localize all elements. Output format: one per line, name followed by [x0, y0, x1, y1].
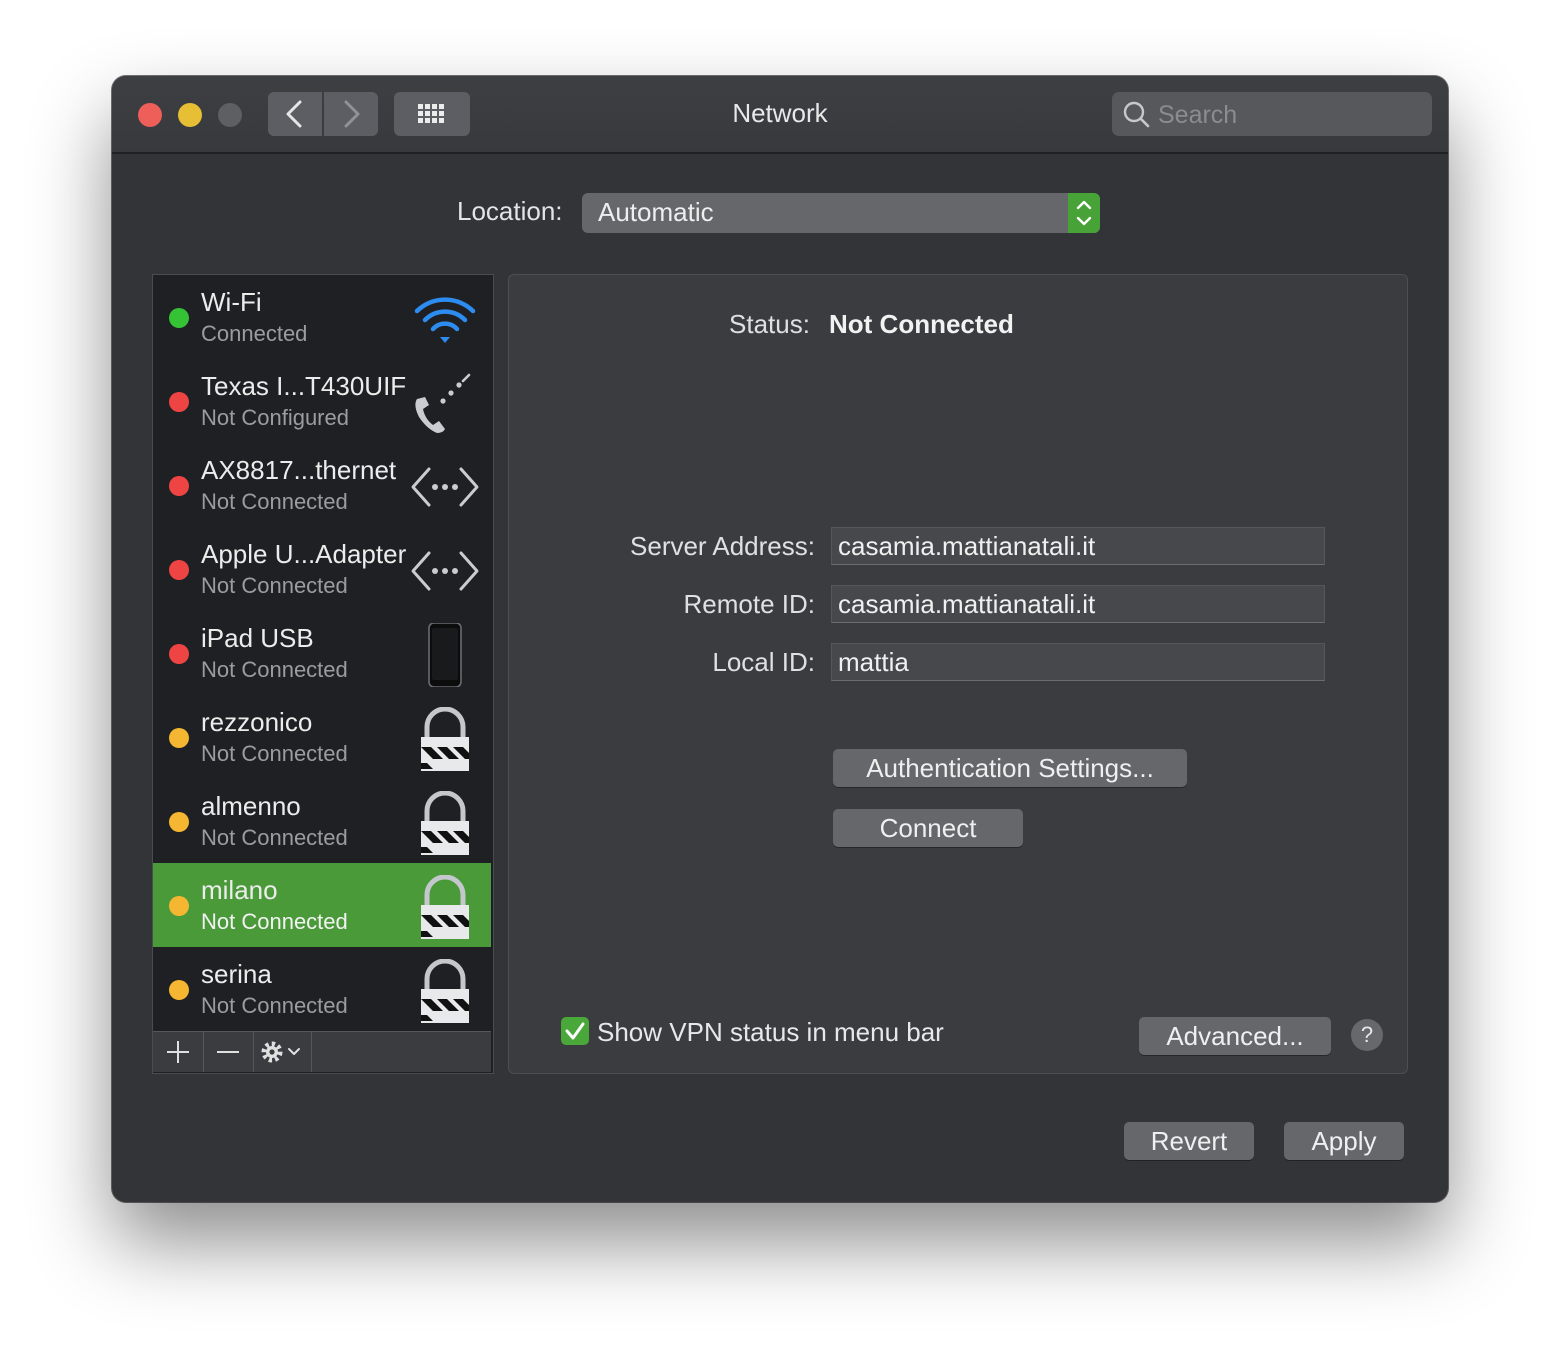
revert-button[interactable]: Revert — [1124, 1122, 1254, 1160]
service-item-ipad-usb[interactable]: iPad USB Not Connected — [153, 611, 491, 695]
service-status: Not Connected — [201, 909, 348, 934]
service-list: Wi-Fi Connected Texas I...T430UIF Not Co… — [152, 274, 494, 1074]
service-name: milano — [201, 875, 278, 905]
service-name: Texas I...T430UIF — [201, 371, 407, 401]
service-item-wifi[interactable]: Wi-Fi Connected — [153, 275, 491, 359]
status-dot — [169, 308, 189, 328]
vpn-lock-icon — [421, 791, 469, 855]
vpn-lock-icon — [421, 875, 469, 939]
authentication-settings-button[interactable]: Authentication Settings... — [833, 749, 1187, 787]
service-item-apple-usb-adapter[interactable]: Apple U...Adapter Not Connected — [153, 527, 491, 611]
service-status: Not Connected — [201, 741, 348, 766]
service-name: iPad USB — [201, 623, 314, 653]
checkmark-icon — [565, 1022, 585, 1040]
service-status: Connected — [201, 321, 308, 346]
service-name: almenno — [201, 791, 301, 821]
status-dot — [169, 560, 189, 580]
service-status: Not Connected — [201, 993, 348, 1018]
service-status: Not Connected — [201, 657, 348, 682]
status-dot — [169, 728, 189, 748]
service-item-rezzonico[interactable]: rezzonico Not Connected — [153, 695, 491, 779]
location-select[interactable]: Automatic — [582, 193, 1100, 233]
gear-icon — [261, 1041, 300, 1063]
apply-button[interactable]: Apply — [1284, 1122, 1404, 1160]
service-name: serina — [201, 959, 272, 989]
phone-modem-icon — [415, 373, 471, 433]
up-down-arrows-icon — [1076, 200, 1092, 226]
search-input[interactable] — [1156, 92, 1428, 138]
remove-service-button[interactable] — [203, 1032, 254, 1072]
advanced-button[interactable]: Advanced... — [1139, 1017, 1331, 1055]
service-status: Not Connected — [201, 489, 348, 514]
show-vpn-status-label: Show VPN status in menu bar — [597, 1017, 944, 1047]
show-vpn-status-checkbox[interactable] — [561, 1017, 589, 1045]
status-dot — [169, 812, 189, 832]
network-preferences-window: Network Location: Automatic Wi-Fi Connec… — [112, 76, 1448, 1202]
ipad-icon — [428, 623, 462, 687]
remote-id-label: Remote ID: — [683, 589, 816, 619]
vpn-detail-panel: Status: Not Connected Server Address: Re… — [508, 274, 1408, 1074]
help-button[interactable]: ? — [1351, 1019, 1383, 1051]
ethernet-icon — [411, 467, 479, 507]
status-dot — [169, 392, 189, 412]
server-address-field[interactable] — [831, 527, 1325, 565]
plus-icon — [167, 1041, 189, 1063]
remote-id-field[interactable] — [831, 585, 1325, 623]
select-stepper — [1068, 193, 1100, 233]
service-list-toolbar — [153, 1031, 491, 1072]
status-value: Not Connected — [829, 309, 1014, 339]
service-status: Not Configured — [201, 405, 349, 430]
service-name: rezzonico — [201, 707, 313, 737]
local-id-field[interactable] — [831, 643, 1325, 681]
service-item-serina[interactable]: serina Not Connected — [153, 947, 491, 1031]
status-dot — [169, 644, 189, 664]
service-item-milano[interactable]: milano Not Connected — [153, 863, 491, 947]
service-item-ax8817[interactable]: AX8817...thernet Not Connected — [153, 443, 491, 527]
service-name: Apple U...Adapter — [201, 539, 407, 569]
add-service-button[interactable] — [153, 1032, 204, 1072]
search-field[interactable] — [1112, 92, 1432, 138]
wifi-icon — [414, 297, 476, 343]
status-dot — [169, 980, 189, 1000]
service-name: AX8817...thernet — [201, 455, 397, 485]
status-label: Status: — [729, 309, 810, 339]
minus-icon — [217, 1051, 239, 1053]
connect-button[interactable]: Connect — [833, 809, 1023, 847]
ethernet-icon — [411, 551, 479, 591]
status-dot — [169, 896, 189, 916]
service-item-modem[interactable]: Texas I...T430UIF Not Configured — [153, 359, 491, 443]
status-dot — [169, 476, 189, 496]
service-actions-button[interactable] — [253, 1032, 312, 1072]
service-name: Wi-Fi — [201, 287, 262, 317]
location-label: Location: — [457, 196, 563, 226]
vpn-lock-icon — [421, 959, 469, 1023]
service-status: Not Connected — [201, 825, 348, 850]
service-status: Not Connected — [201, 573, 348, 598]
search-icon — [1123, 101, 1150, 128]
service-item-almenno[interactable]: almenno Not Connected — [153, 779, 491, 863]
local-id-label: Local ID: — [712, 647, 815, 677]
server-address-label: Server Address: — [630, 531, 815, 561]
title-bar: Network — [112, 76, 1448, 154]
location-value: Automatic — [598, 197, 714, 227]
vpn-lock-icon — [421, 707, 469, 771]
